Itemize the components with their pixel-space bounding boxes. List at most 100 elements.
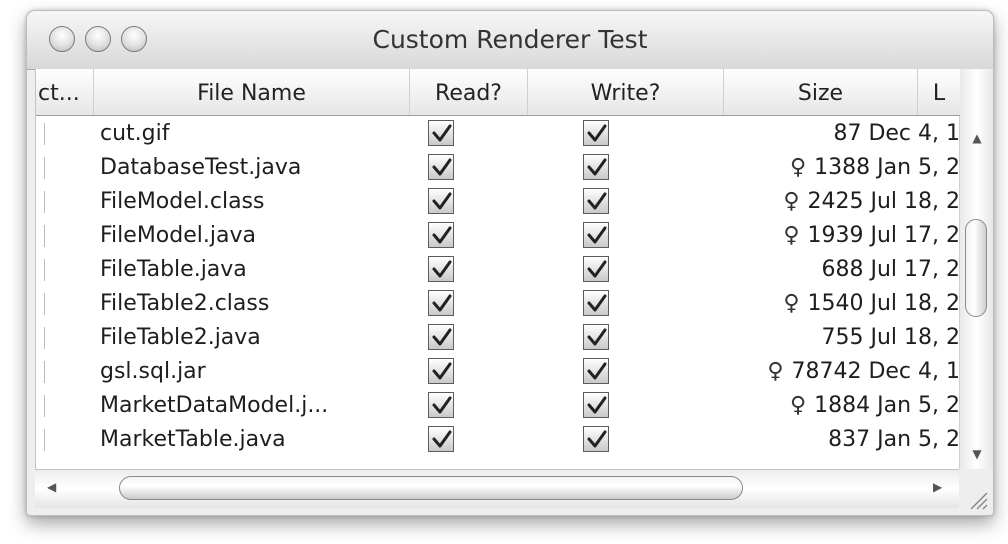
size-date-cell: ♀ 2425 Jul 18, 2 — [676, 185, 960, 219]
scroll-down-arrow-icon[interactable]: ▼ — [960, 447, 993, 461]
scroll-right-arrow-icon[interactable]: ▶ — [933, 480, 942, 494]
female-sign-icon: ♀ — [783, 291, 800, 316]
table-header: ct... File Name Read? Write? Size L — [36, 69, 960, 116]
read-checkbox[interactable] — [428, 358, 454, 384]
size-date-text: 1939 Jul 17, 2 — [807, 223, 961, 248]
table-body: copy.gif101 Dec 4, 1cut.gif87 Dec 4, 1Da… — [36, 83, 960, 457]
write-checkbox-cell — [583, 423, 613, 457]
table-row[interactable]: FileModel.java ♀ 1939 Jul 17, 2 — [36, 219, 960, 253]
scroll-up-arrow-icon[interactable]: ▲ — [960, 131, 993, 145]
column-header-last-modified[interactable]: L — [918, 69, 960, 115]
write-checkbox[interactable] — [583, 426, 609, 452]
write-checkbox[interactable] — [583, 154, 609, 180]
write-checkbox[interactable] — [583, 188, 609, 214]
file-name-cell: DatabaseTest.java — [100, 155, 302, 180]
read-checkbox-cell — [428, 151, 458, 185]
scroll-left-arrow-icon[interactable]: ◀ — [47, 480, 56, 494]
column-header-ct[interactable]: ct... — [36, 69, 94, 115]
title-bar[interactable]: Custom Renderer Test — [27, 11, 993, 70]
read-checkbox[interactable] — [428, 120, 454, 146]
size-date-cell: ♀ 1939 Jul 17, 2 — [676, 219, 960, 253]
size-date-cell: 755 Jul 18, 2 — [676, 321, 961, 355]
read-checkbox-cell — [428, 219, 458, 253]
horizontal-scroll-thumb[interactable] — [119, 476, 743, 500]
column-header-file-name[interactable]: File Name — [94, 69, 410, 115]
write-checkbox-cell — [583, 253, 613, 287]
write-checkbox-cell — [583, 117, 613, 151]
size-date-text: 755 Jul 18, 2 — [821, 325, 961, 350]
first-column-cell — [36, 253, 86, 287]
table-row[interactable]: FileTable.java 688 Jul 17, 2 — [36, 253, 960, 287]
size-date-text: 78742 Dec 4, 1 — [791, 359, 960, 384]
read-checkbox[interactable] — [428, 290, 454, 316]
size-date-cell: ♀ 1540 Jul 18, 2 — [676, 287, 960, 321]
first-column-cell — [36, 389, 86, 423]
size-date-cell: ♀ 1884 Jan 5, 2 — [676, 389, 960, 423]
table-row[interactable]: cut.gif 87 Dec 4, 1 — [36, 117, 960, 151]
size-date-cell: ♀ 78742 Dec 4, 1 — [676, 355, 960, 389]
column-header-write[interactable]: Write? — [528, 69, 724, 115]
read-checkbox-cell — [428, 287, 458, 321]
table-row[interactable]: MarketDataModel.j... ♀ 1884 Jan 5, 2 — [36, 389, 960, 423]
file-name-cell: MarketDataModel.j... — [100, 393, 329, 418]
female-sign-icon: ♀ — [767, 359, 784, 384]
table-row[interactable]: DatabaseTest.java ♀ 1388 Jan 5, 2 — [36, 151, 960, 185]
read-checkbox-cell — [428, 253, 458, 287]
write-checkbox[interactable] — [583, 392, 609, 418]
table-row[interactable]: FileTable2.java 755 Jul 18, 2 — [36, 321, 960, 355]
size-date-text: 2425 Jul 18, 2 — [807, 189, 961, 214]
file-name-cell: FileTable.java — [100, 257, 247, 282]
read-checkbox[interactable] — [428, 256, 454, 282]
read-checkbox-cell — [428, 321, 458, 355]
table-row[interactable]: FileModel.class ♀ 2425 Jul 18, 2 — [36, 185, 960, 219]
read-checkbox[interactable] — [428, 426, 454, 452]
size-date-text: 1884 Jan 5, 2 — [814, 393, 960, 418]
app-window: Custom Renderer Test copy.gif101 Dec 4, … — [26, 10, 994, 516]
read-checkbox[interactable] — [428, 154, 454, 180]
write-checkbox-cell — [583, 389, 613, 423]
read-checkbox[interactable] — [428, 324, 454, 350]
window-title: Custom Renderer Test — [372, 25, 648, 54]
write-checkbox-cell — [583, 287, 613, 321]
write-checkbox-cell — [583, 219, 613, 253]
read-checkbox-cell — [428, 389, 458, 423]
read-checkbox-cell — [428, 355, 458, 389]
write-checkbox[interactable] — [583, 222, 609, 248]
file-name-cell: FileTable2.class — [100, 291, 270, 316]
vertical-scroll-thumb[interactable] — [965, 219, 987, 317]
write-checkbox[interactable] — [583, 256, 609, 282]
read-checkbox[interactable] — [428, 222, 454, 248]
file-name-cell: FileTable2.java — [100, 325, 261, 350]
horizontal-scrollbar[interactable]: ◀ ▶ — [35, 469, 959, 508]
first-column-cell — [36, 151, 86, 185]
table-row[interactable]: MarketTable.java 837 Jan 5, 2 — [36, 423, 960, 457]
size-date-cell: 837 Jan 5, 2 — [676, 423, 960, 457]
column-header-read[interactable]: Read? — [410, 69, 528, 115]
first-column-cell — [36, 355, 86, 389]
table-row[interactable]: gsl.sql.jar ♀ 78742 Dec 4, 1 — [36, 355, 960, 389]
column-header-size[interactable]: Size — [724, 69, 918, 115]
write-checkbox[interactable] — [583, 324, 609, 350]
write-checkbox-cell — [583, 321, 613, 355]
size-date-cell: ♀ 1388 Jan 5, 2 — [676, 151, 960, 185]
read-checkbox[interactable] — [428, 188, 454, 214]
table-row[interactable]: FileTable2.class ♀ 1540 Jul 18, 2 — [36, 287, 960, 321]
file-name-cell: cut.gif — [100, 121, 170, 146]
file-name-cell: FileModel.java — [100, 223, 256, 248]
write-checkbox[interactable] — [583, 290, 609, 316]
write-checkbox[interactable] — [583, 120, 609, 146]
file-name-cell: MarketTable.java — [100, 427, 286, 452]
read-checkbox-cell — [428, 423, 458, 457]
read-checkbox[interactable] — [428, 392, 454, 418]
female-sign-icon: ♀ — [790, 155, 807, 180]
size-date-cell: 87 Dec 4, 1 — [676, 117, 960, 151]
write-checkbox-cell — [583, 151, 613, 185]
write-checkbox[interactable] — [583, 358, 609, 384]
read-checkbox-cell — [428, 117, 458, 151]
vertical-scrollbar[interactable]: ▲ ▼ — [959, 69, 993, 469]
size-date-text: 688 Jul 17, 2 — [821, 257, 961, 282]
file-table[interactable]: copy.gif101 Dec 4, 1cut.gif87 Dec 4, 1Da… — [35, 69, 960, 469]
resize-grip-icon[interactable] — [965, 487, 989, 511]
first-column-cell — [36, 423, 86, 457]
size-date-text: 1388 Jan 5, 2 — [814, 155, 960, 180]
